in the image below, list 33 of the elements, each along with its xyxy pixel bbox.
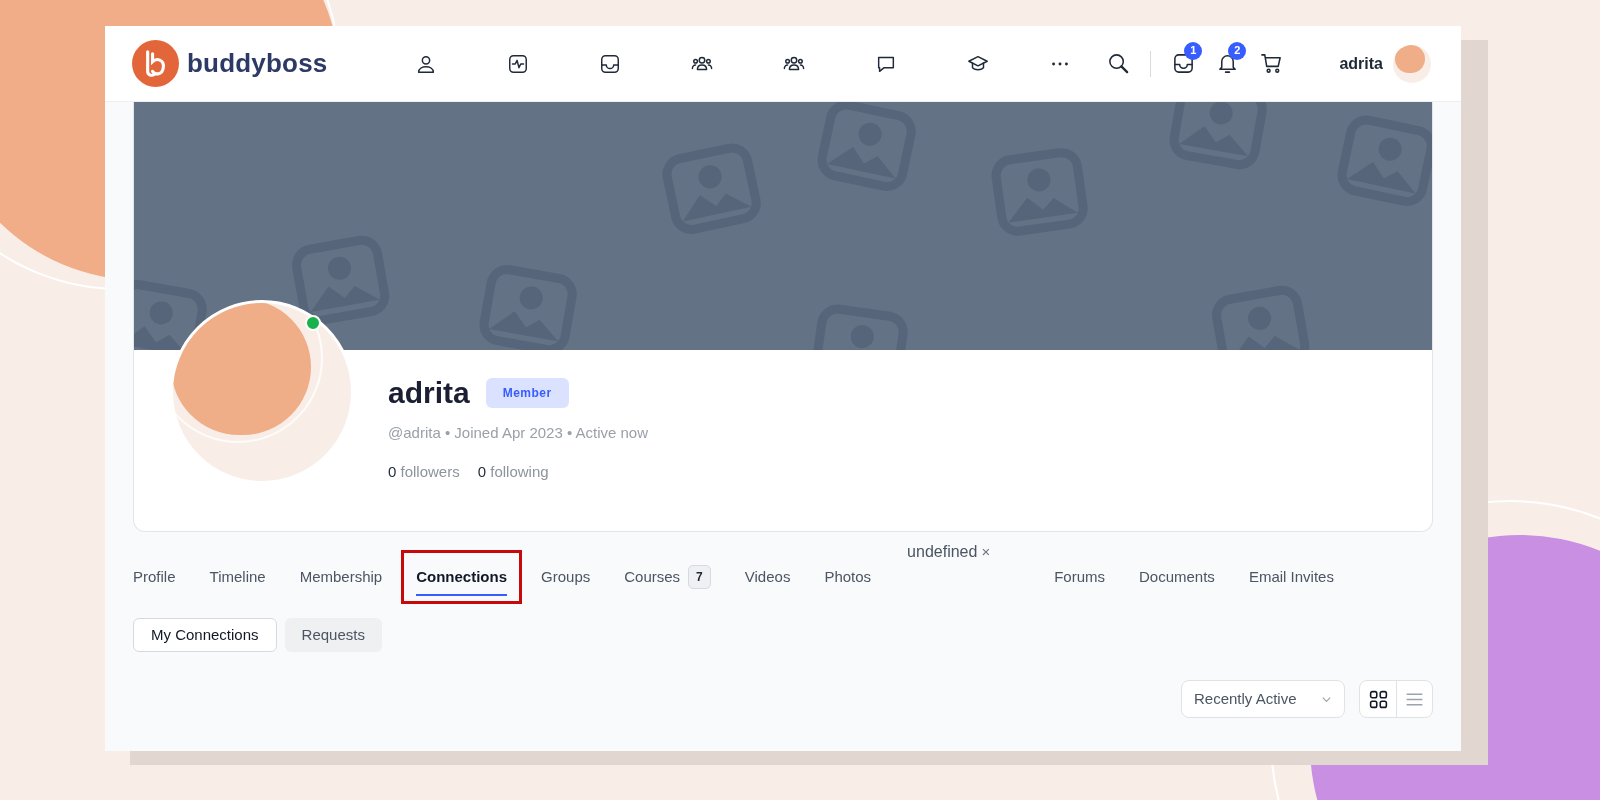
profile-tab[interactable]: Timeline <box>209 557 266 597</box>
search-icon[interactable] <box>1106 52 1130 75</box>
pulse-icon[interactable] <box>507 52 530 75</box>
tray-icon[interactable] <box>599 52 622 75</box>
logo-text[interactable]: buddyboss <box>187 44 328 83</box>
profile-tab[interactable]: Connections <box>416 557 508 597</box>
following-count[interactable]: 0 following <box>477 460 549 483</box>
tab-tag-text: undefined <box>907 542 978 562</box>
profile-tab[interactable]: Videos <box>744 557 791 597</box>
cart-icon[interactable] <box>1259 52 1283 75</box>
profile-tab[interactable]: Profile <box>133 557 176 597</box>
profile-tab[interactable]: Email Invites <box>1248 557 1334 597</box>
grid-view-icon[interactable] <box>1367 688 1389 710</box>
sort-dropdown[interactable]: Recently Active <box>1181 680 1345 718</box>
profile-name: adrita <box>388 378 470 408</box>
role-badge: Member <box>485 378 569 408</box>
subtab[interactable]: My Connections <box>133 618 277 652</box>
tray-icon[interactable] <box>1171 52 1195 75</box>
followers-count[interactable]: 0 followers <box>388 460 460 483</box>
close-button[interactable]: × <box>981 540 991 564</box>
profile-tab[interactable]: Documents <box>1139 557 1215 597</box>
profile-meta: @adrita • Joined Apr 2023 • Active now <box>388 423 649 443</box>
count-badge: 7 <box>688 565 711 589</box>
profile-tab[interactable]: Groups <box>541 557 591 597</box>
subtab[interactable]: Requests <box>284 618 382 652</box>
notification-badge: 1 <box>1184 41 1203 60</box>
profile-tab[interactable]: Forums <box>1054 557 1105 597</box>
profile-tab[interactable]: Membership <box>299 557 383 597</box>
profile-tab[interactable]: Photos <box>824 557 872 597</box>
user-name[interactable]: adrita <box>1339 51 1383 76</box>
logo-icon[interactable] <box>132 40 179 87</box>
profile-tab[interactable]: Courses 7 <box>624 557 711 597</box>
notification-badge: 2 <box>1228 41 1247 60</box>
